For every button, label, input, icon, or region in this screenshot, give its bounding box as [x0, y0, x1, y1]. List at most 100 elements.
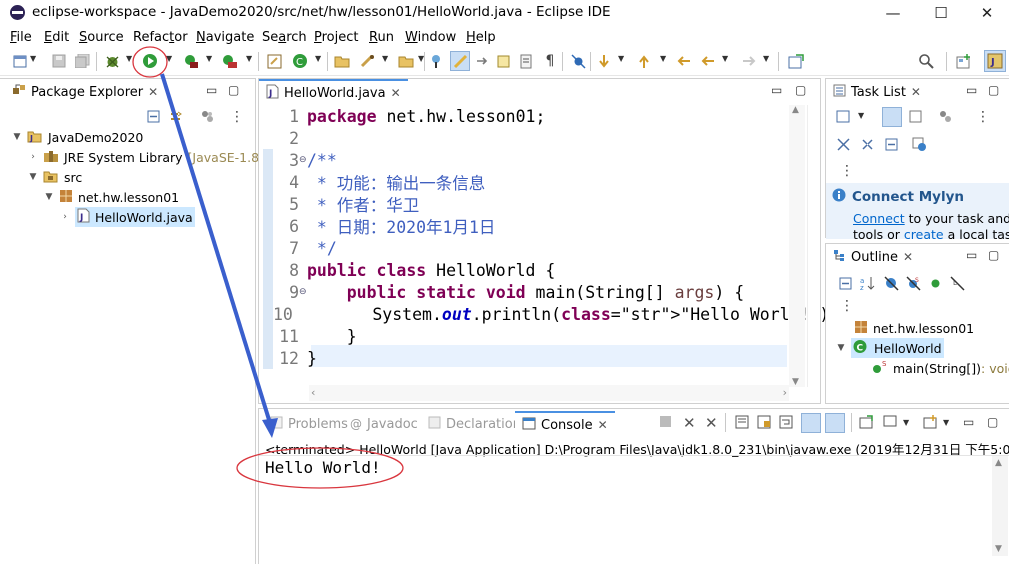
code-line[interactable]: 4 * 功能：输出一条信息 — [273, 171, 787, 194]
maximize-view-icon[interactable]: ▢ — [228, 83, 239, 97]
next-edit-dropdown-icon[interactable]: ▼ — [618, 54, 624, 63]
focus-active-icon[interactable] — [938, 109, 953, 127]
maximize-view-icon[interactable]: ▢ — [987, 415, 998, 429]
task-list-tab[interactable]: Task List ✕ — [826, 79, 928, 105]
coverage-dropdown-icon[interactable]: ▼ — [206, 54, 212, 63]
code-line[interactable]: 7 */ — [273, 237, 787, 259]
new-class-dropdown-icon[interactable]: ▼ — [315, 54, 321, 63]
annotation-icon[interactable] — [428, 53, 444, 69]
hide-fields-icon[interactable] — [884, 276, 899, 294]
view-menu-icon[interactable]: ⋮ — [976, 109, 990, 125]
close-icon[interactable]: ✕ — [598, 418, 608, 432]
hide-local-types-icon[interactable]: L — [950, 276, 965, 294]
outline-item-class[interactable]: ▼ C HelloWorld — [836, 338, 944, 358]
scroll-down-icon[interactable]: ▼ — [995, 544, 1002, 554]
menu-window[interactable]: Window — [405, 30, 456, 45]
tree-item-jre[interactable]: › JRE System Library [JavaSE-1.8] — [28, 147, 264, 167]
code-line[interactable]: 1 package net.hw.lesson01; — [273, 105, 787, 127]
scroll-left-icon[interactable]: ‹ — [311, 386, 315, 399]
view-menu-icon[interactable]: ⋮ — [230, 109, 244, 125]
new-java-project-icon[interactable] — [266, 53, 282, 69]
open-type-icon[interactable] — [334, 53, 350, 69]
menu-navigate[interactable]: Navigate — [196, 30, 254, 45]
show-whitespace-icon[interactable]: ¶ — [542, 53, 558, 69]
collapse-all-icon[interactable] — [884, 137, 899, 155]
java-perspective-icon[interactable]: J — [984, 50, 1006, 72]
next-edit-icon[interactable] — [596, 53, 612, 69]
next-annotation-icon[interactable] — [474, 53, 490, 69]
new-task-dropdown-icon[interactable]: ▼ — [858, 111, 864, 120]
menu-search[interactable]: Search — [262, 30, 307, 45]
menu-refactor[interactable]: Refactor — [133, 30, 188, 45]
code-line[interactable]: 8 public class HelloWorld { — [273, 259, 787, 281]
tab-problems[interactable]: Problems — [263, 411, 355, 437]
menu-file[interactable]: File — [10, 30, 32, 45]
maximize-view-icon[interactable]: ▢ — [988, 248, 999, 262]
synchronize-icon[interactable] — [912, 137, 927, 155]
search-folder-icon[interactable] — [398, 53, 414, 69]
new-dropdown-icon[interactable]: ▼ — [30, 54, 36, 63]
menu-help[interactable]: Help — [466, 30, 496, 45]
new-icon[interactable] — [12, 53, 28, 69]
minimize-view-icon[interactable]: ▭ — [206, 83, 217, 97]
minimize-view-icon[interactable]: ▭ — [966, 248, 977, 262]
code-text[interactable]: */ — [307, 239, 337, 258]
maximize-view-icon[interactable]: ▢ — [795, 83, 806, 97]
run-dropdown-icon[interactable]: ▼ — [166, 54, 172, 63]
code-line[interactable]: 5 * 作者：华卫 — [273, 193, 787, 216]
menu-project[interactable]: Project — [314, 30, 359, 45]
mark-occurrences-icon[interactable] — [450, 51, 470, 71]
remove-all-icon[interactable]: ✕ — [705, 414, 718, 432]
skip-breakpoints-icon[interactable] — [570, 53, 586, 69]
code-text[interactable]: package net.hw.lesson01; — [307, 107, 545, 126]
search-icon[interactable] — [918, 53, 934, 69]
link-with-editor-icon[interactable] — [168, 109, 183, 127]
remove-launch-icon[interactable]: ✕ — [683, 414, 696, 432]
tree-item-package[interactable]: ▼ net.hw.lesson01 — [44, 187, 179, 207]
fold-icon[interactable]: ⊖ — [299, 287, 307, 297]
tree-item-src[interactable]: ▼ src — [28, 167, 83, 187]
menu-run[interactable]: Run — [369, 30, 394, 45]
code-text[interactable]: * 日期：2020年1月1日 — [307, 214, 495, 238]
toggle-block-icon[interactable] — [518, 53, 534, 69]
clear-console-icon[interactable] — [735, 415, 750, 432]
tree-item-java-file[interactable]: › J HelloWorld.java — [60, 207, 195, 227]
menu-edit[interactable]: Edit — [44, 30, 69, 45]
scheduled-icon[interactable] — [908, 109, 923, 127]
horizontal-scrollbar[interactable]: ‹ › — [309, 385, 789, 401]
code-text[interactable]: System.out.println(class="str">"Hello Wo… — [293, 305, 839, 324]
code-area[interactable]: 1 package net.hw.lesson01; 2 3 ⊖/** 4 * 功能：输出… — [273, 105, 839, 375]
code-line[interactable]: 10 System.out.println(class="str">"Hello… — [273, 303, 839, 325]
close-icon[interactable]: ✕ — [391, 86, 401, 100]
pin-editor-icon[interactable] — [788, 53, 804, 69]
back-dropdown-icon[interactable]: ▼ — [722, 54, 728, 63]
close-icon[interactable]: ✕ — [911, 85, 921, 99]
debug-icon[interactable] — [104, 53, 120, 69]
sort-icon[interactable]: az — [860, 276, 876, 294]
external-tools-icon[interactable] — [222, 53, 238, 69]
focus-task-icon[interactable] — [200, 109, 215, 127]
code-line[interactable]: 3 ⊖/** — [273, 149, 787, 171]
vertical-scrollbar[interactable]: ▲ ▼ — [789, 105, 805, 387]
debug-dropdown-icon[interactable]: ▼ — [126, 54, 132, 63]
hide-nonpublic-icon[interactable] — [928, 276, 943, 294]
new-task-icon[interactable] — [836, 109, 851, 126]
last-edit-icon[interactable] — [676, 53, 692, 69]
maximize-button[interactable]: ☐ — [918, 0, 964, 26]
code-text[interactable]: public static void main(String[] args) { — [307, 283, 744, 302]
forward-dropdown-icon[interactable]: ▼ — [763, 54, 769, 63]
run-icon[interactable] — [142, 53, 158, 69]
pin-console-icon[interactable] — [859, 415, 874, 432]
link-editor-icon[interactable] — [496, 53, 512, 69]
outline-item-method[interactable]: S main(String[]) : void — [872, 358, 1009, 378]
code-text[interactable]: } — [307, 349, 317, 368]
forward-icon[interactable] — [740, 53, 756, 69]
tree-item-project[interactable]: ▼ J JavaDemo2020 — [12, 127, 144, 147]
selected-outline-item[interactable]: C HelloWorld — [851, 338, 944, 358]
external-tools-dropdown-icon[interactable]: ▼ — [246, 54, 252, 63]
menu-source[interactable]: Source — [79, 30, 124, 45]
show-console-stdout-icon[interactable] — [801, 413, 821, 433]
code-text[interactable]: public class HelloWorld { — [307, 261, 555, 280]
open-console-dropdown-icon[interactable]: ▼ — [943, 418, 949, 427]
view-menu-icon[interactable]: ⋮ — [840, 298, 854, 314]
